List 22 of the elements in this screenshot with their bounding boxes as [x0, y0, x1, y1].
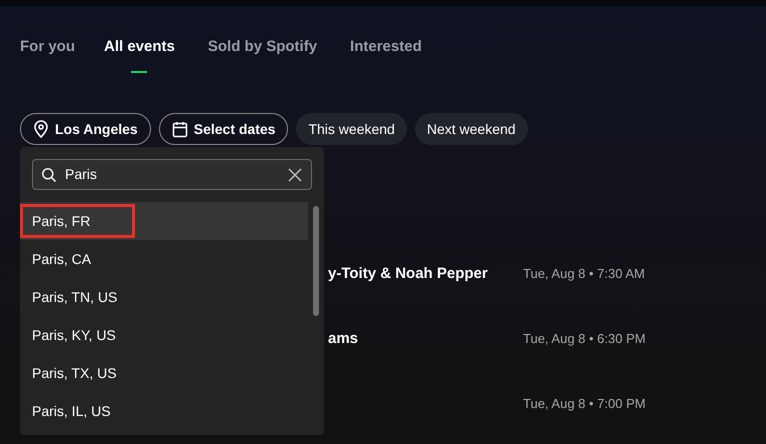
event-title: y-Toity & Noah Pepper: [328, 265, 488, 282]
filter-chip[interactable]: This weekend: [296, 113, 407, 145]
date-button[interactable]: Select dates: [158, 113, 288, 145]
search-input[interactable]: Paris: [65, 164, 279, 185]
tab[interactable]: Interested: [350, 36, 422, 58]
location-option[interactable]: Paris, FR: [20, 202, 308, 240]
event-title: ams: [328, 330, 358, 347]
close-icon[interactable]: [287, 166, 303, 182]
tab-indicator: [131, 70, 148, 72]
event-date: Tue, Aug 8 • 7:00 PM: [523, 395, 646, 414]
event-date: Tue, Aug 8 • 6:30 PM: [523, 330, 646, 348]
event-date: Tue, Aug 8 • 7:30 AM: [523, 265, 645, 284]
tab[interactable]: For you: [20, 36, 75, 58]
tab[interactable]: All events: [104, 36, 175, 58]
map-pin-icon: [33, 120, 49, 138]
filter-chip[interactable]: Next weekend: [414, 113, 528, 145]
calendar-icon: [172, 120, 188, 138]
location-button[interactable]: Los Angeles: [20, 113, 151, 145]
tab[interactable]: Sold by Spotify: [208, 36, 318, 58]
search-icon: [41, 166, 57, 182]
search-field[interactable]: Paris: [32, 159, 312, 190]
scrollbar[interactable]: [313, 206, 319, 316]
